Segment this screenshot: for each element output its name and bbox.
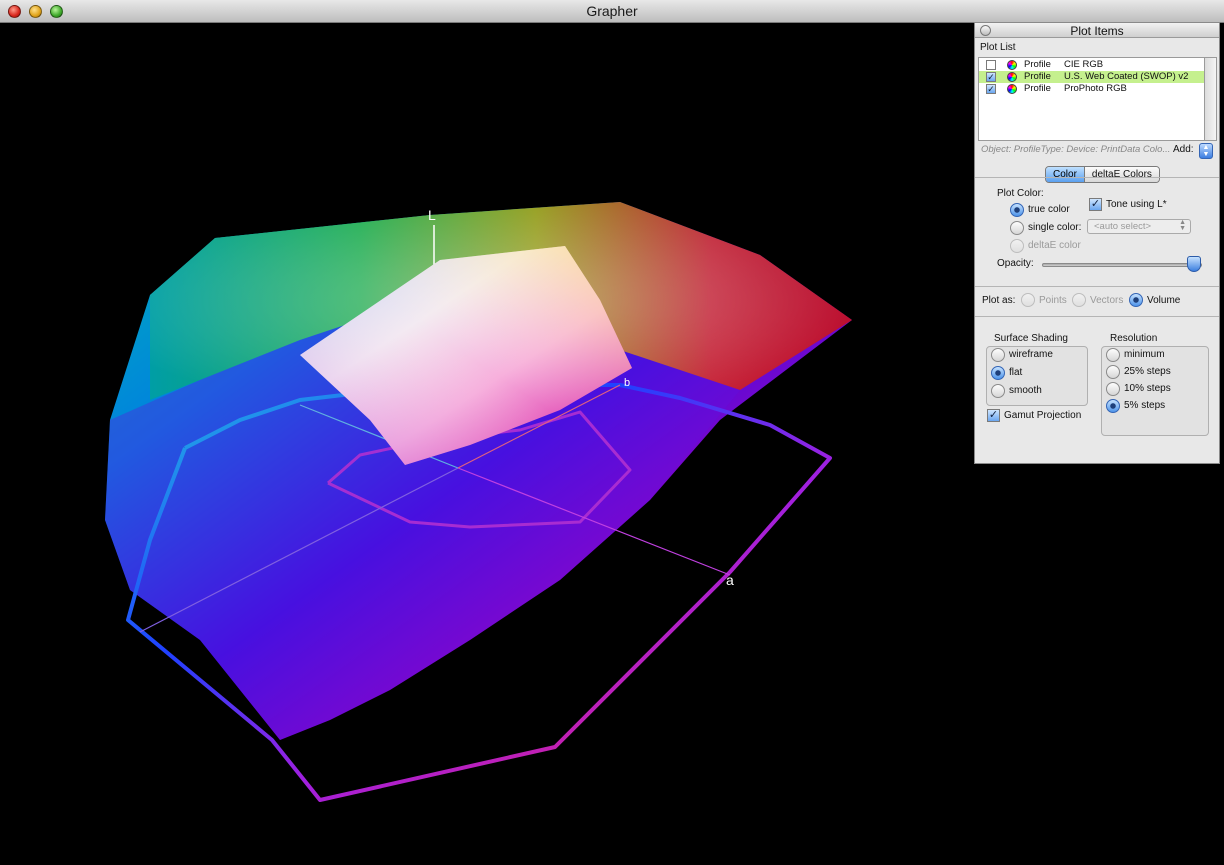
opacity-slider-thumb[interactable] <box>1187 256 1201 272</box>
resolution-25-label: 25% steps <box>1124 366 1171 377</box>
axis-label-l: L <box>428 207 436 223</box>
axis-label-a: a <box>726 572 734 588</box>
shading-flat-radio[interactable] <box>991 366 1005 380</box>
resolution-25-radio[interactable] <box>1106 365 1120 379</box>
plot-item-name: CIE RGB <box>1064 59 1104 70</box>
plot-item-checkbox[interactable]: ✓ <box>986 72 996 82</box>
opacity-label: Opacity: <box>997 258 1034 269</box>
single-color-radio[interactable] <box>1010 221 1024 235</box>
plot-as-volume-label: Volume <box>1147 295 1181 306</box>
add-label: Add: <box>1173 144 1194 155</box>
add-item-popup-button[interactable]: ▲ ▼ <box>1199 143 1213 159</box>
plot-color-label: Plot Color: <box>997 188 1044 199</box>
plot-list-item[interactable]: Profile CIE RGB <box>979 59 1204 71</box>
plot-item-name: ProPhoto RGB <box>1064 83 1127 94</box>
single-color-select-value: <auto select> <box>1094 221 1152 232</box>
deltae-color-label: deltaE color <box>1028 240 1081 251</box>
resolution-label: Resolution <box>1110 333 1158 344</box>
single-color-label: single color: <box>1028 222 1082 233</box>
divider <box>975 177 1219 178</box>
resolution-5-radio[interactable] <box>1106 399 1120 413</box>
tab-color[interactable]: Color <box>1046 167 1084 182</box>
plot-as-vectors-label: Vectors <box>1090 295 1124 306</box>
plot-item-type: Profile <box>1024 83 1051 94</box>
color-wheel-icon <box>1007 72 1017 82</box>
plot-as-vectors-radio[interactable] <box>1072 293 1086 307</box>
shading-wireframe-label: wireframe <box>1009 349 1053 360</box>
single-color-select[interactable]: <auto select> ▲ ▼ <box>1087 219 1191 234</box>
plot-as-volume-radio[interactable] <box>1129 293 1143 307</box>
resolution-5-label: 5% steps <box>1124 400 1166 411</box>
shading-smooth-radio[interactable] <box>991 384 1005 398</box>
true-color-radio[interactable] <box>1010 203 1024 217</box>
plot-as-points-label: Points <box>1039 295 1067 306</box>
plot-item-type: Profile <box>1024 71 1051 82</box>
plot-list-item[interactable]: ✓ Profile ProPhoto RGB <box>979 83 1204 95</box>
plot-list-label: Plot List <box>980 42 1016 53</box>
shading-wireframe-radio[interactable] <box>991 348 1005 362</box>
plot-item-name: U.S. Web Coated (SWOP) v2 <box>1064 71 1189 82</box>
axis-label-b: b <box>624 377 630 389</box>
plot-list-item-selected[interactable]: ✓ Profile U.S. Web Coated (SWOP) v2 <box>979 71 1204 83</box>
plot-item-checkbox[interactable]: ✓ <box>986 84 996 94</box>
object-info-text: Object: ProfileType: Device: PrintData C… <box>981 144 1171 155</box>
resolution-minimum-radio[interactable] <box>1106 348 1120 362</box>
tab-deltae-colors[interactable]: deltaE Colors <box>1083 167 1159 182</box>
panel-title: Plot Items <box>1070 24 1124 38</box>
resolution-minimum-label: minimum <box>1124 349 1165 360</box>
panel-titlebar: Plot Items <box>975 23 1219 38</box>
panel-tabs: Color deltaE Colors <box>1045 166 1160 183</box>
select-arrows-icon: ▲ ▼ <box>1179 219 1186 232</box>
plot-as-points-radio[interactable] <box>1021 293 1035 307</box>
surface-shading-label: Surface Shading <box>994 333 1068 344</box>
shading-smooth-label: smooth <box>1009 385 1042 396</box>
plot-list[interactable]: Profile CIE RGB ✓ Profile U.S. Web Coate… <box>978 57 1205 141</box>
color-wheel-icon <box>1007 84 1017 94</box>
color-wheel-icon <box>1007 60 1017 70</box>
tone-using-l-checkbox[interactable]: ✓ <box>1089 198 1102 211</box>
plot-item-checkbox[interactable] <box>986 60 996 70</box>
deltae-color-radio[interactable] <box>1010 239 1024 253</box>
opacity-slider[interactable] <box>1042 263 1202 267</box>
resolution-10-radio[interactable] <box>1106 382 1120 396</box>
plot-list-scrollbar[interactable] <box>1205 57 1217 141</box>
shading-flat-label: flat <box>1009 367 1023 378</box>
gamut-projection-checkbox[interactable]: ✓ <box>987 409 1000 422</box>
plot-as-label: Plot as: <box>982 295 1016 306</box>
true-color-label: true color <box>1028 204 1070 215</box>
plot-items-panel: Plot Items Plot List Profile CIE RGB ✓ P… <box>974 22 1220 464</box>
divider <box>975 286 1219 287</box>
tone-using-l-label: Tone using L* <box>1106 199 1167 210</box>
window-titlebar: Grapher <box>0 0 1224 23</box>
divider <box>975 316 1219 317</box>
window-title: Grapher <box>586 3 638 19</box>
plot-item-type: Profile <box>1024 59 1051 70</box>
resolution-10-label: 10% steps <box>1124 383 1171 394</box>
gamut-projection-label: Gamut Projection <box>1004 410 1082 421</box>
